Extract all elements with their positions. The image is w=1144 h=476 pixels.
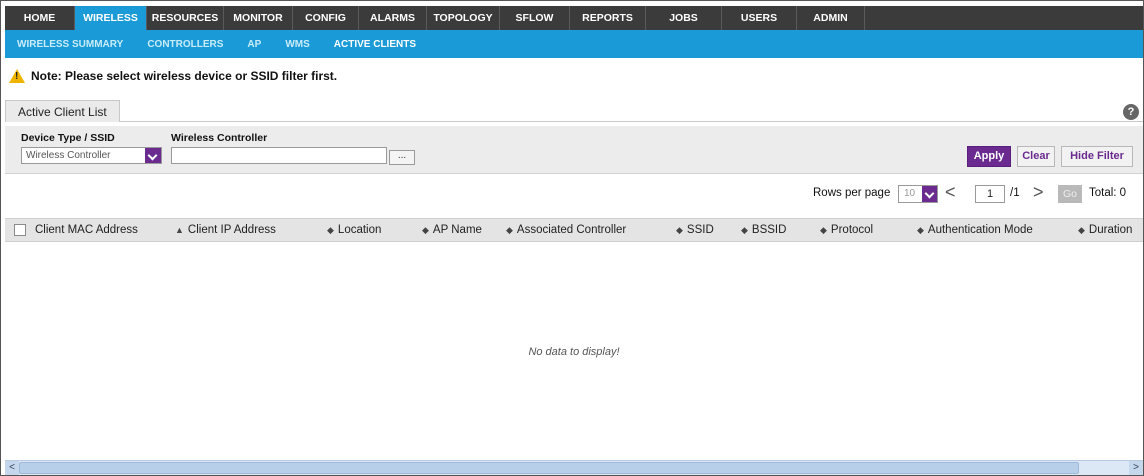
- filter-note: Note: Please select wireless device or S…: [9, 69, 337, 83]
- apply-button[interactable]: Apply: [967, 146, 1011, 167]
- help-icon[interactable]: ?: [1123, 104, 1139, 120]
- column-label: Client MAC Address: [35, 224, 138, 236]
- subtab-ap[interactable]: AP: [247, 39, 261, 50]
- table-header: Client MAC Address ▲ Client IP Address ◆ L…: [5, 218, 1143, 242]
- browse-controller-button[interactable]: ...: [389, 150, 415, 165]
- column-label: Location: [337, 224, 382, 236]
- subtab-active-clients[interactable]: ACTIVE CLIENTS: [334, 39, 416, 50]
- warning-icon: [9, 69, 25, 83]
- rows-per-page-label: Rows per page: [813, 187, 891, 199]
- column-label: SSID: [686, 224, 714, 236]
- select-all-checkbox[interactable]: [14, 224, 26, 236]
- subtab-controllers[interactable]: CONTROLLERS: [147, 39, 223, 50]
- column-client-mac[interactable]: Client MAC Address: [35, 224, 138, 236]
- device-type-value: Wireless Controller: [26, 150, 111, 161]
- column-label: BSSID: [751, 224, 787, 236]
- tab-active-client-list[interactable]: Active Client List: [5, 100, 120, 122]
- sort-icon: ◆: [327, 225, 334, 235]
- filter-panel: Device Type / SSID Wireless Controller W…: [5, 126, 1143, 174]
- scrollbar-thumb[interactable]: [19, 462, 1079, 474]
- column-ssid[interactable]: ◆ SSID: [676, 224, 714, 236]
- pagination: Rows per page 10 < 1 /1 > Go Total: 0: [5, 179, 1143, 209]
- subtab-wireless-summary[interactable]: WIRELESS SUMMARY: [17, 39, 123, 50]
- column-label: Authentication Mode: [927, 224, 1033, 236]
- column-label: AP Name: [432, 224, 482, 236]
- prev-page-icon[interactable]: <: [945, 182, 956, 203]
- app-frame: HOME WIRELESS RESOURCES MONITOR CONFIG A…: [0, 0, 1144, 476]
- subtab-wms[interactable]: WMS: [285, 39, 309, 50]
- column-duration[interactable]: ◆ Duration: [1078, 224, 1132, 236]
- sort-icon: ◆: [506, 225, 513, 235]
- column-ap-name[interactable]: ◆ AP Name: [422, 224, 482, 236]
- tab-wireless[interactable]: WIRELESS: [75, 6, 147, 30]
- top-nav: HOME WIRELESS RESOURCES MONITOR CONFIG A…: [5, 6, 1143, 30]
- tab-jobs[interactable]: JOBS: [646, 6, 722, 30]
- sort-asc-icon: ▲: [175, 225, 184, 235]
- page-count: /1: [1010, 187, 1020, 199]
- sort-icon: ◆: [676, 225, 683, 235]
- device-type-select[interactable]: Wireless Controller: [21, 147, 162, 164]
- column-protocol[interactable]: ◆ Protocol: [820, 224, 873, 236]
- chevron-down-icon[interactable]: [922, 186, 937, 202]
- tab-sflow[interactable]: SFLOW: [500, 6, 570, 30]
- sort-icon: ◆: [917, 225, 924, 235]
- rows-per-page-value: 10: [904, 188, 916, 199]
- column-label: Protocol: [830, 224, 874, 236]
- tab-topology[interactable]: TOPOLOGY: [427, 6, 500, 30]
- next-page-icon[interactable]: >: [1033, 182, 1044, 203]
- empty-message: No data to display!: [528, 346, 620, 358]
- tab-home[interactable]: HOME: [5, 6, 75, 30]
- column-label: Duration: [1088, 224, 1133, 236]
- page-number-input[interactable]: 1: [975, 185, 1005, 203]
- sort-icon: ◆: [820, 225, 827, 235]
- clear-button[interactable]: Clear: [1017, 146, 1055, 167]
- tab-users[interactable]: USERS: [722, 6, 797, 30]
- tab-alarms[interactable]: ALARMS: [359, 6, 427, 30]
- scroll-right-icon[interactable]: >: [1129, 461, 1143, 475]
- table-body: No data to display!: [5, 242, 1143, 460]
- hide-filter-button[interactable]: Hide Filter: [1061, 146, 1133, 167]
- wireless-controller-label: Wireless Controller: [171, 132, 268, 144]
- scroll-left-icon[interactable]: <: [5, 461, 19, 475]
- sort-icon: ◆: [1078, 225, 1085, 235]
- column-authentication-mode[interactable]: ◆ Authentication Mode: [917, 224, 1033, 236]
- column-client-ip[interactable]: ▲ Client IP Address: [175, 224, 276, 236]
- sub-nav: WIRELESS SUMMARY CONTROLLERS AP WMS ACTI…: [5, 30, 1143, 58]
- tab-config[interactable]: CONFIG: [293, 6, 359, 30]
- rows-per-page-select[interactable]: 10: [898, 185, 938, 203]
- list-tab-bar: Active Client List ?: [5, 100, 1143, 122]
- go-button[interactable]: Go: [1058, 185, 1082, 203]
- column-label: Client IP Address: [187, 224, 276, 236]
- column-label: Associated Controller: [516, 224, 627, 236]
- chevron-down-icon[interactable]: [145, 148, 161, 163]
- column-location[interactable]: ◆ Location: [327, 224, 381, 236]
- note-text: Note: Please select wireless device or S…: [31, 69, 338, 83]
- column-bssid[interactable]: ◆ BSSID: [741, 224, 786, 236]
- sort-icon: ◆: [741, 225, 748, 235]
- device-type-label: Device Type / SSID: [21, 132, 115, 144]
- tab-reports[interactable]: REPORTS: [570, 6, 646, 30]
- tab-admin[interactable]: ADMIN: [797, 6, 865, 30]
- horizontal-scrollbar[interactable]: < >: [5, 460, 1143, 475]
- wireless-controller-input[interactable]: [171, 147, 387, 164]
- total-count: Total: 0: [1089, 187, 1127, 199]
- tab-resources[interactable]: RESOURCES: [147, 6, 224, 30]
- tab-monitor[interactable]: MONITOR: [224, 6, 293, 30]
- column-associated-controller[interactable]: ◆ Associated Controller: [506, 224, 626, 236]
- sort-icon: ◆: [422, 225, 429, 235]
